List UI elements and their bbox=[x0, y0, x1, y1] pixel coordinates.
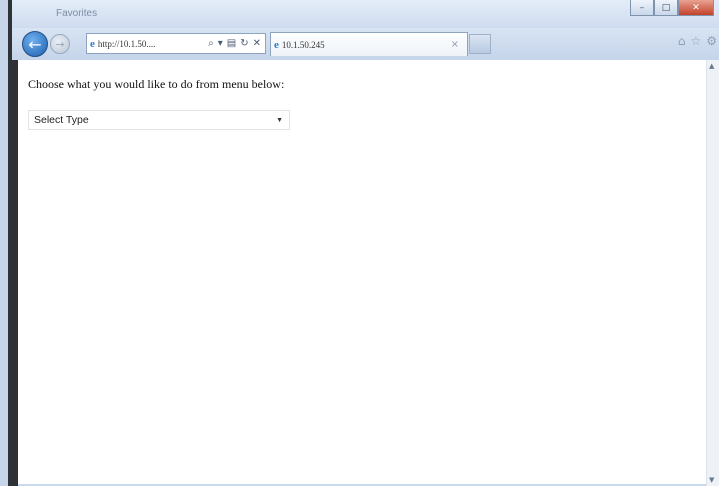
vertical-scrollbar[interactable]: ▲ ▼ bbox=[706, 60, 719, 486]
window-left-edge bbox=[0, 0, 12, 486]
address-bar[interactable]: e http://10.1.50.... ⌕ ▾ ▤ ↻ ✕ bbox=[86, 33, 266, 54]
address-tools: ⌕ ▾ ▤ ↻ ✕ bbox=[208, 38, 265, 49]
refresh-icon[interactable]: ↻ bbox=[240, 38, 248, 49]
tab-title: 10.1.50.245 bbox=[281, 39, 325, 50]
favorites-icon[interactable]: ☆ bbox=[690, 34, 701, 48]
back-arrow-icon[interactable]: ← bbox=[22, 31, 48, 57]
scroll-down-icon[interactable]: ▼ bbox=[709, 476, 714, 484]
window-title: Favorites bbox=[56, 8, 98, 19]
navigation-bar: ← → e http://10.1.50.... ⌕ ▾ ▤ ↻ ✕ e 10.… bbox=[12, 28, 719, 60]
chevron-down-icon[interactable]: ▼ bbox=[276, 117, 283, 124]
forward-arrow-icon[interactable]: → bbox=[50, 34, 70, 54]
compatibility-icon[interactable]: ▤ bbox=[227, 38, 236, 49]
scroll-up-icon[interactable]: ▲ bbox=[709, 62, 714, 70]
ie-page-icon: e bbox=[90, 37, 95, 50]
search-icon[interactable]: ⌕ bbox=[208, 38, 214, 49]
stop-icon[interactable]: ✕ bbox=[253, 38, 261, 49]
tab-page-icon: e bbox=[274, 38, 279, 51]
type-select[interactable]: Select Type ▼ bbox=[28, 110, 290, 130]
title-bar: Favorites – □ ✕ bbox=[12, 0, 719, 28]
toolbar-icons: ⌂ ☆ ⚙ bbox=[678, 34, 717, 48]
home-icon[interactable]: ⌂ bbox=[678, 34, 686, 48]
page-content: Choose what you would like to do from me… bbox=[18, 60, 706, 484]
menu-prompt: Choose what you would like to do from me… bbox=[28, 77, 285, 91]
address-text[interactable]: http://10.1.50.... bbox=[98, 39, 156, 49]
type-select-value: Select Type bbox=[34, 114, 89, 126]
gear-icon[interactable]: ⚙ bbox=[706, 34, 717, 48]
tab-close-icon[interactable]: × bbox=[451, 39, 459, 50]
minimize-button[interactable]: – bbox=[630, 0, 654, 16]
tab-current[interactable]: e 10.1.50.245 × bbox=[270, 32, 468, 56]
close-button[interactable]: ✕ bbox=[678, 0, 714, 16]
caption-buttons: – □ ✕ bbox=[630, 0, 714, 16]
chevron-down-icon[interactable]: ▾ bbox=[218, 38, 223, 49]
maximize-button[interactable]: □ bbox=[654, 0, 678, 16]
new-tab-button[interactable] bbox=[469, 34, 491, 54]
browser-window: Favorites – □ ✕ ← → e http://10.1.50....… bbox=[0, 0, 719, 486]
